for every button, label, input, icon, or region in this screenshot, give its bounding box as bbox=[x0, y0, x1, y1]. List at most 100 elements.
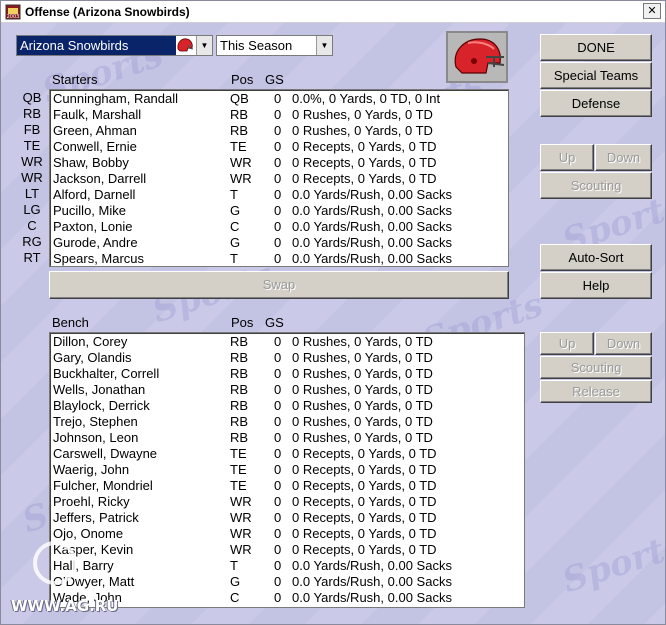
table-row[interactable]: Alford, Darnell T 0 0.0 Yards/Rush, 0.00 Sa… bbox=[50, 187, 508, 203]
starters-gs-header: GS bbox=[265, 72, 284, 87]
table-row[interactable]: Kasper, Kevin WR 0 0 Recepts, 0 Yards, 0 TD bbox=[50, 542, 524, 558]
table-row[interactable]: Wade, John C 0 0.0 Yards/Rush, 0.00 Sacks bbox=[50, 590, 524, 606]
table-row[interactable]: Gary, Olandis RB 0 0 Rushes, 0 Yards, 0 TD bbox=[50, 350, 524, 366]
close-button[interactable]: ✕ bbox=[643, 3, 661, 19]
table-row[interactable]: Paxton, Lonie C 0 0.0 Yards/Rush, 0.00 Sack… bbox=[50, 219, 508, 235]
player-position: RB bbox=[230, 430, 249, 445]
done-button[interactable]: DONE bbox=[540, 34, 652, 61]
player-games-started: 0 bbox=[274, 155, 282, 170]
table-row[interactable]: Fulcher, Mondriel TE 0 0 Recepts, 0 Yards, … bbox=[50, 478, 524, 494]
player-name: Buckhalter, Correll bbox=[53, 366, 160, 381]
player-position: TE bbox=[230, 478, 247, 493]
player-name: Waerig, John bbox=[53, 462, 130, 477]
position-slot-label: LG bbox=[23, 202, 41, 217]
starters-list[interactable]: Cunningham, Randall QB 0 0.0%, 0 Yards, 0 T… bbox=[49, 89, 509, 267]
player-games-started: 0 bbox=[274, 219, 282, 234]
player-games-started: 0 bbox=[274, 590, 282, 605]
chevron-down-icon[interactable]: ▼ bbox=[196, 36, 212, 55]
table-row[interactable]: Jackson, Darrell WR 0 0 Recepts, 0 Yards, 0… bbox=[50, 171, 508, 187]
player-position: WR bbox=[230, 155, 252, 170]
player-stats: 0 Recepts, 0 Yards, 0 TD bbox=[292, 171, 437, 186]
bench-scouting-button[interactable]: Scouting bbox=[540, 356, 652, 379]
player-position: TE bbox=[230, 139, 247, 154]
player-position: T bbox=[230, 558, 238, 573]
table-row[interactable]: Dillon, Corey RB 0 0 Rushes, 0 Yards, 0 TD bbox=[50, 334, 524, 350]
player-games-started: 0 bbox=[274, 123, 282, 138]
player-position: T bbox=[230, 251, 238, 266]
player-stats: 0 Rushes, 0 Yards, 0 TD bbox=[292, 398, 433, 413]
starters-up-button[interactable]: Up bbox=[540, 144, 594, 171]
player-position: T bbox=[230, 187, 238, 202]
release-button[interactable]: Release bbox=[540, 380, 652, 403]
position-slot-label: FB bbox=[23, 122, 41, 137]
player-position: TE bbox=[230, 462, 247, 477]
table-row[interactable]: Trejo, Stephen RB 0 0 Rushes, 0 Yards, 0 TD bbox=[50, 414, 524, 430]
app-icon: 2003 bbox=[5, 4, 21, 20]
bench-down-button[interactable]: Down bbox=[595, 332, 652, 355]
table-row[interactable]: Shaw, Bobby WR 0 0 Recepts, 0 Yards, 0 TD bbox=[50, 155, 508, 171]
player-stats: 0 Rushes, 0 Yards, 0 TD bbox=[292, 430, 433, 445]
player-stats: 0 Recepts, 0 Yards, 0 TD bbox=[292, 510, 437, 525]
player-stats: 0.0 Yards/Rush, 0.00 Sacks bbox=[292, 251, 452, 266]
player-name: Jeffers, Patrick bbox=[53, 510, 139, 525]
table-row[interactable]: Waerig, John TE 0 0 Recepts, 0 Yards, 0 TD bbox=[50, 462, 524, 478]
table-row[interactable]: Jeffers, Patrick WR 0 0 Recepts, 0 Yards, 0… bbox=[50, 510, 524, 526]
special-teams-button[interactable]: Special Teams bbox=[540, 62, 652, 89]
position-slot-label: TE bbox=[23, 138, 41, 153]
help-button[interactable]: Help bbox=[540, 272, 652, 299]
player-games-started: 0 bbox=[274, 251, 282, 266]
auto-sort-button[interactable]: Auto-Sort bbox=[540, 244, 652, 271]
player-name: Ojo, Onome bbox=[53, 526, 124, 541]
table-row[interactable]: Conwell, Ernie TE 0 0 Recepts, 0 Yards, 0 T… bbox=[50, 139, 508, 155]
position-slot-label: WR bbox=[21, 154, 43, 169]
player-games-started: 0 bbox=[274, 446, 282, 461]
player-stats: 0 Recepts, 0 Yards, 0 TD bbox=[292, 155, 437, 170]
table-row[interactable]: Johnson, Leon RB 0 0 Rushes, 0 Yards, 0 TD bbox=[50, 430, 524, 446]
player-games-started: 0 bbox=[274, 334, 282, 349]
table-row[interactable]: Carswell, Dwayne TE 0 0 Recepts, 0 Yards, 0… bbox=[50, 446, 524, 462]
table-row[interactable]: O'Dwyer, Matt G 0 0.0 Yards/Rush, 0.00 Sack… bbox=[50, 574, 524, 590]
player-name: Cunningham, Randall bbox=[53, 91, 179, 106]
player-stats: 0.0 Yards/Rush, 0.00 Sacks bbox=[292, 235, 452, 250]
bench-up-button[interactable]: Up bbox=[540, 332, 594, 355]
starters-header: Starters bbox=[52, 72, 98, 87]
table-row[interactable]: Spears, Marcus T 0 0.0 Yards/Rush, 0.00 Sac… bbox=[50, 251, 508, 266]
table-row[interactable]: Gurode, Andre G 0 0.0 Yards/Rush, 0.00 Sack… bbox=[50, 235, 508, 251]
player-name: Jackson, Darrell bbox=[53, 171, 147, 186]
table-row[interactable]: Buckhalter, Correll RB 0 0 Rushes, 0 Yards,… bbox=[50, 366, 524, 382]
table-row[interactable]: Cunningham, Randall QB 0 0.0%, 0 Yards, 0 T… bbox=[50, 91, 508, 107]
player-name: Fulcher, Mondriel bbox=[53, 478, 153, 493]
starters-down-button[interactable]: Down bbox=[595, 144, 652, 171]
period-select[interactable]: This Season ▼ bbox=[216, 35, 333, 56]
player-games-started: 0 bbox=[274, 139, 282, 154]
player-name: Trejo, Stephen bbox=[53, 414, 138, 429]
table-row[interactable]: Blaylock, Derrick RB 0 0 Rushes, 0 Yards, 0… bbox=[50, 398, 524, 414]
player-position: C bbox=[230, 219, 240, 234]
defense-button[interactable]: Defense bbox=[540, 90, 652, 117]
player-stats: 0 Recepts, 0 Yards, 0 TD bbox=[292, 494, 437, 509]
table-row[interactable]: Green, Ahman RB 0 0 Rushes, 0 Yards, 0 TD bbox=[50, 123, 508, 139]
bench-list[interactable]: Dillon, Corey RB 0 0 Rushes, 0 Yards, 0 TD G… bbox=[49, 332, 525, 608]
player-position: WR bbox=[230, 542, 252, 557]
player-name: Gurode, Andre bbox=[53, 235, 138, 250]
chevron-down-icon[interactable]: ▼ bbox=[316, 36, 332, 55]
player-name: Dillon, Corey bbox=[53, 334, 128, 349]
period-select-value: This Season bbox=[220, 38, 293, 53]
title-bar: 2003 Offense (Arizona Snowbirds) ✕ bbox=[1, 1, 665, 23]
table-row[interactable]: Hall, Barry T 0 0.0 Yards/Rush, 0.00 Sacks bbox=[50, 558, 524, 574]
table-row[interactable]: Ojo, Onome WR 0 0 Recepts, 0 Yards, 0 TD bbox=[50, 526, 524, 542]
table-row[interactable]: Wells, Jonathan RB 0 0 Rushes, 0 Yards, 0 T… bbox=[50, 382, 524, 398]
player-position: G bbox=[230, 235, 241, 250]
starters-scouting-button[interactable]: Scouting bbox=[540, 172, 652, 199]
table-row[interactable]: Pucillo, Mike G 0 0.0 Yards/Rush, 0.00 Sack… bbox=[50, 203, 508, 219]
swap-button[interactable]: Swap bbox=[49, 271, 509, 299]
player-position: WR bbox=[230, 494, 252, 509]
team-select[interactable]: Arizona Snowbirds ▼ bbox=[16, 35, 213, 56]
player-name: Pucillo, Mike bbox=[53, 203, 126, 218]
player-stats: 0.0 Yards/Rush, 0.00 Sacks bbox=[292, 558, 452, 573]
table-row[interactable]: Proehl, Ricky WR 0 0 Recepts, 0 Yards, 0 TD bbox=[50, 494, 524, 510]
player-games-started: 0 bbox=[274, 398, 282, 413]
player-name: Blaylock, Derrick bbox=[53, 398, 150, 413]
player-position: WR bbox=[230, 526, 252, 541]
table-row[interactable]: Faulk, Marshall RB 0 0 Rushes, 0 Yards, 0 T… bbox=[50, 107, 508, 123]
